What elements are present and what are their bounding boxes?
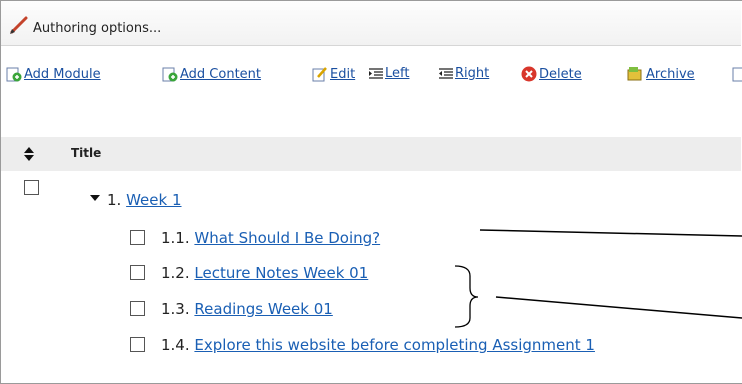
annotation-overlay — [454, 229, 742, 328]
annotation-line-2 — [495, 296, 742, 319]
annotation-brace — [454, 265, 479, 328]
annotation-line-1 — [479, 229, 742, 237]
